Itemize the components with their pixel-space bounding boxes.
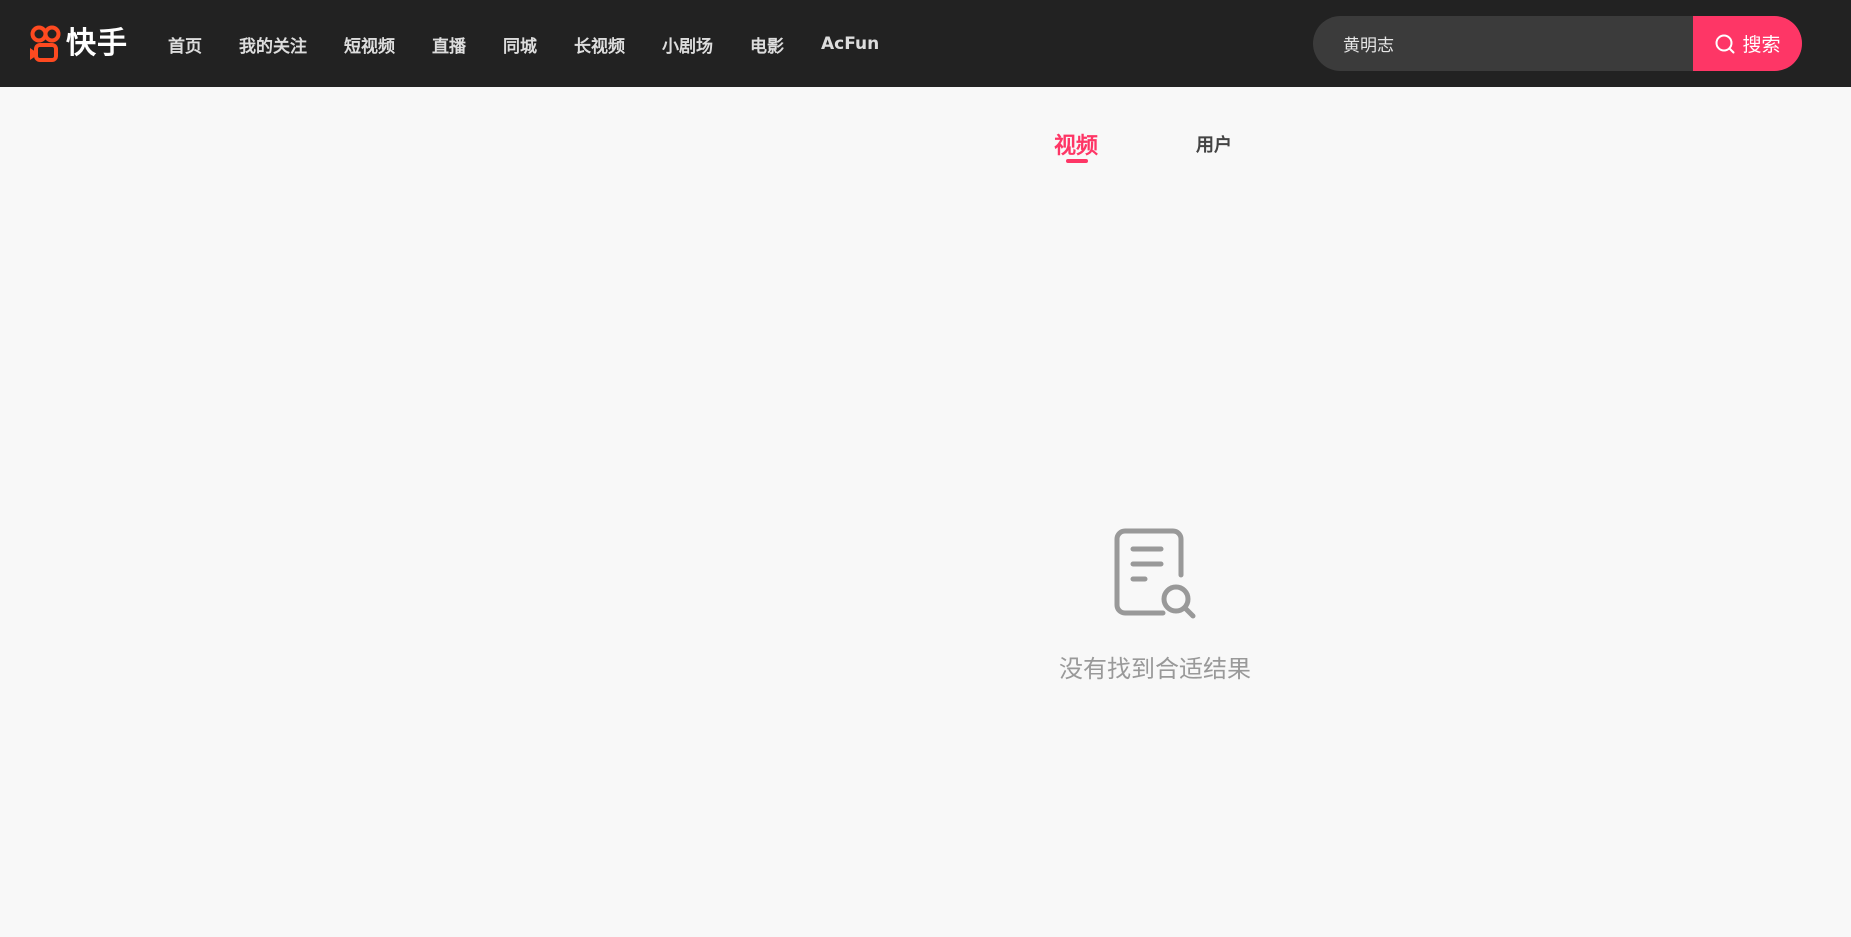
nav-item-acfun[interactable]: AcFun	[821, 34, 879, 54]
nav-item-live[interactable]: 直播	[432, 32, 466, 57]
search-box: 搜索	[1313, 16, 1802, 71]
search-button[interactable]: 搜索	[1693, 16, 1802, 71]
search-icon	[1715, 34, 1735, 53]
nav-item-mini-theater[interactable]: 小剧场	[662, 32, 713, 57]
main-nav: 首页 我的关注 短视频 直播 同城 长视频 小剧场 电影 AcFun	[168, 28, 916, 60]
search-input[interactable]	[1313, 16, 1693, 71]
tab-user[interactable]: 用户	[1196, 131, 1232, 157]
active-tab-indicator	[1066, 159, 1088, 163]
kuaishou-logo-icon	[30, 25, 61, 62]
document-search-icon	[1114, 528, 1196, 619]
top-navigation-bar: 快手 首页 我的关注 短视频 直播 同城 长视频 小剧场 电影 AcFun 搜索	[0, 0, 1851, 87]
nav-item-home[interactable]: 首页	[168, 32, 202, 57]
nav-item-long-video[interactable]: 长视频	[574, 32, 625, 57]
tab-video[interactable]: 视频	[1054, 128, 1098, 160]
nav-item-short-video[interactable]: 短视频	[344, 32, 395, 57]
kuaishou-logo[interactable]: 快手	[28, 24, 128, 64]
nav-item-following[interactable]: 我的关注	[239, 32, 307, 57]
logo-text: 快手	[66, 26, 128, 61]
nav-item-movie[interactable]: 电影	[750, 32, 784, 57]
search-button-label: 搜索	[1742, 34, 1781, 56]
nav-item-local[interactable]: 同城	[503, 32, 537, 57]
empty-state: 没有找到合适结果	[1040, 527, 1270, 684]
empty-state-message: 没有找到合适结果	[1059, 655, 1251, 683]
